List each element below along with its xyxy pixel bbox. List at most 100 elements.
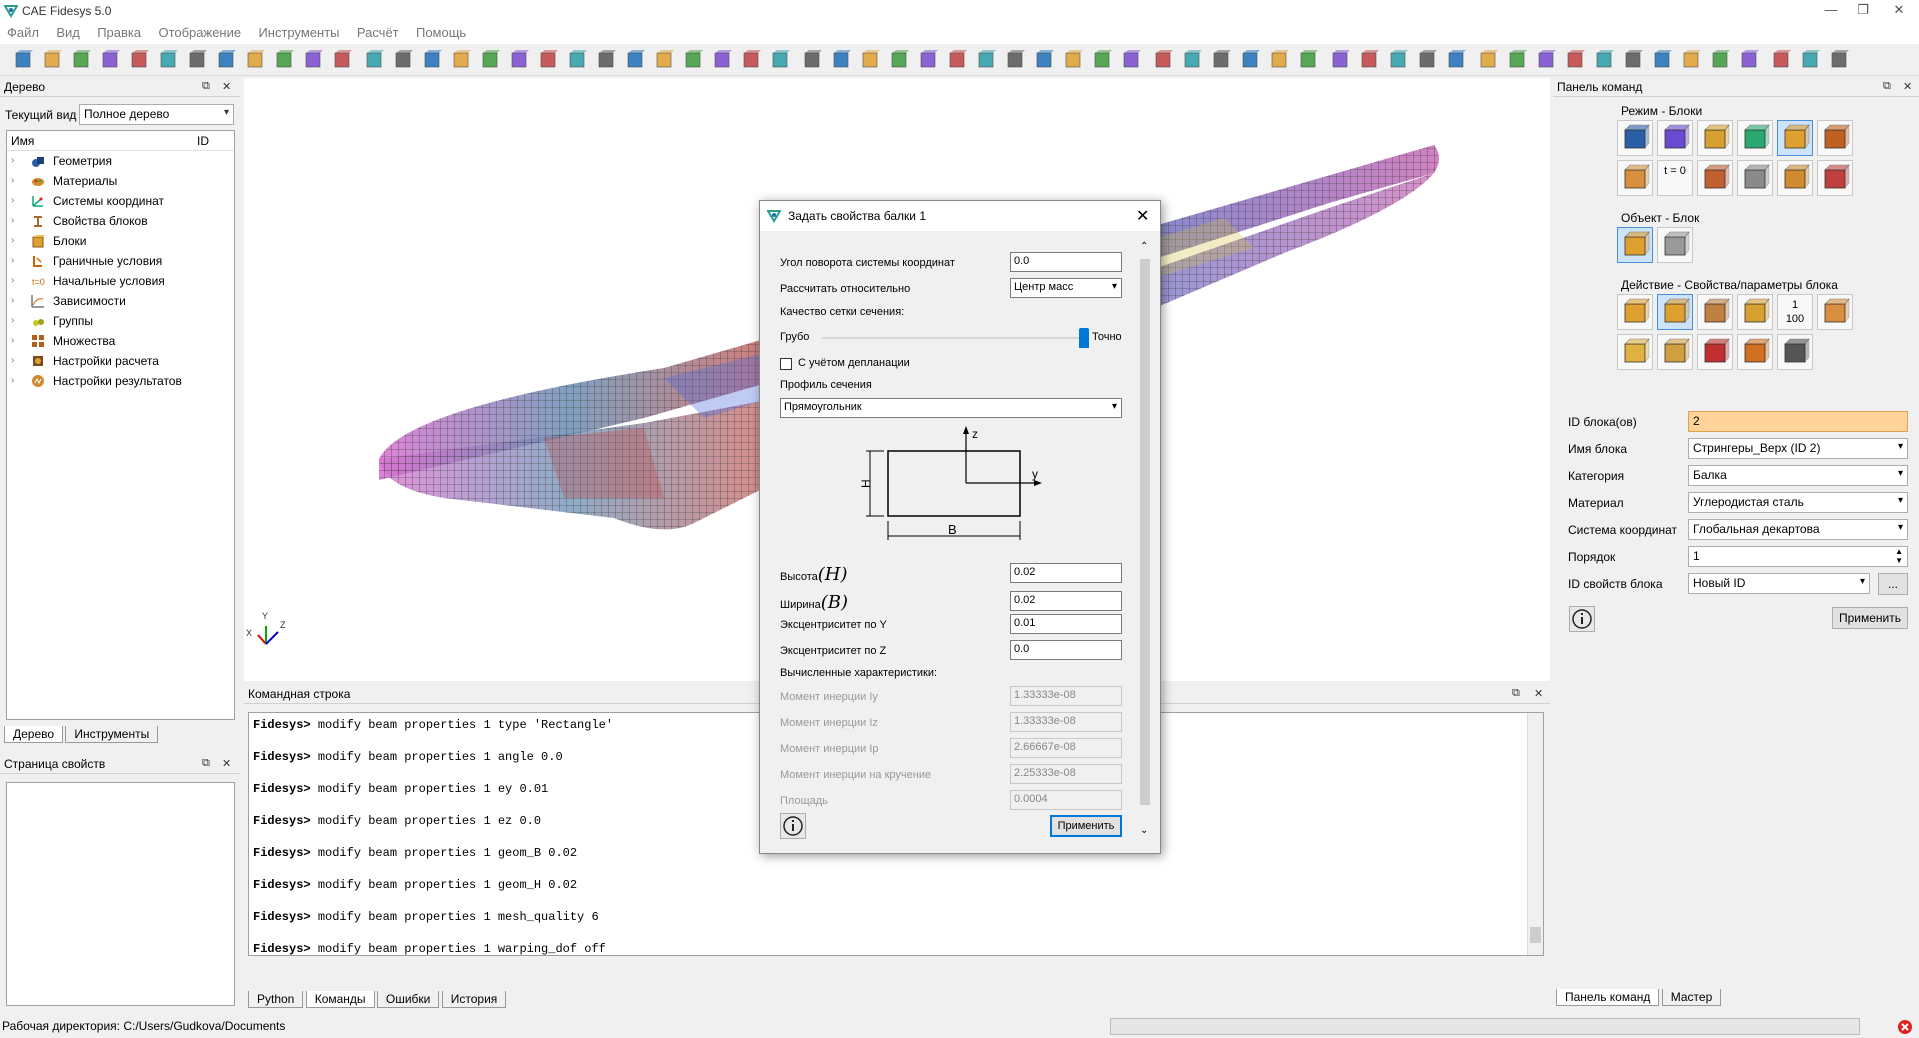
- action-cylinder-icon[interactable]: [1657, 334, 1693, 370]
- tree-item[interactable]: › Материалы: [7, 171, 234, 191]
- ecc-y-input[interactable]: 0.01: [1010, 614, 1122, 634]
- chevron-right-icon[interactable]: ›: [11, 211, 14, 231]
- menu-calc[interactable]: Расчёт: [350, 22, 406, 43]
- close-window-button[interactable]: ✕: [1884, 2, 1914, 20]
- tree-item[interactable]: › Системы координат: [7, 191, 234, 211]
- height-input[interactable]: 0.02: [1010, 563, 1122, 583]
- view-top-icon[interactable]: [859, 49, 881, 71]
- ecc-z-input[interactable]: 0.0: [1010, 640, 1122, 660]
- close-icon[interactable]: ✕: [222, 757, 231, 770]
- tab-master[interactable]: Мастер: [1661, 989, 1722, 1006]
- object-block-icon[interactable]: [1617, 227, 1653, 263]
- tab-command-panel[interactable]: Панель команд: [1556, 989, 1660, 1006]
- tree-item[interactable]: › Зависимости: [7, 291, 234, 311]
- view-back-icon[interactable]: [830, 49, 852, 71]
- action-split-icon[interactable]: [1617, 334, 1653, 370]
- journal-icon[interactable]: [215, 49, 237, 71]
- block-icon[interactable]: [1445, 49, 1467, 71]
- ruler-icon[interactable]: [1120, 49, 1142, 71]
- info-button[interactable]: [1569, 606, 1595, 632]
- temperature-icon[interactable]: [1593, 49, 1615, 71]
- mode-material-icon[interactable]: [1697, 120, 1733, 156]
- tab-history[interactable]: История: [441, 991, 507, 1008]
- dialog-scrollbar-thumb[interactable]: [1140, 259, 1150, 805]
- view-left-icon[interactable]: [917, 49, 939, 71]
- dialog-close-button[interactable]: ✕: [1136, 206, 1149, 226]
- chevron-right-icon[interactable]: ›: [11, 311, 14, 331]
- constraint-icon[interactable]: [1506, 49, 1528, 71]
- script-icon[interactable]: [157, 49, 179, 71]
- col-id[interactable]: ID: [197, 134, 209, 148]
- block-id-input[interactable]: 2: [1688, 411, 1908, 432]
- mesh-icon[interactable]: [508, 49, 530, 71]
- pan-icon[interactable]: [740, 49, 762, 71]
- menu-tools[interactable]: Инструменты: [251, 22, 346, 43]
- surface-solid-icon[interactable]: [1210, 49, 1232, 71]
- results-icon[interactable]: [1622, 49, 1644, 71]
- mode-sets-icon[interactable]: [1817, 120, 1853, 156]
- chevron-right-icon[interactable]: ›: [11, 271, 14, 291]
- action-info-icon[interactable]: [1697, 334, 1733, 370]
- zoom-out-icon[interactable]: [711, 49, 733, 71]
- tree-item[interactable]: › t=0 Начальные условия: [7, 271, 234, 291]
- mode-initial-icon[interactable]: t = 0: [1657, 160, 1693, 196]
- more-icon-2[interactable]: [1738, 49, 1760, 71]
- save-icon[interactable]: [70, 49, 92, 71]
- mesh-quality-track[interactable]: [822, 337, 1084, 339]
- coords-icon[interactable]: [1828, 49, 1850, 71]
- mode-cs-icon[interactable]: [1737, 120, 1773, 156]
- scrollbar[interactable]: [1527, 713, 1543, 955]
- scroll-down-icon[interactable]: ⌄: [1140, 825, 1148, 836]
- mode-calc-icon[interactable]: [1737, 160, 1773, 196]
- pressure-icon[interactable]: [1564, 49, 1586, 71]
- chevron-right-icon[interactable]: ›: [11, 371, 14, 391]
- restore-button[interactable]: ❐: [1848, 2, 1878, 20]
- action-create-icon[interactable]: [1617, 294, 1653, 330]
- tab-commands[interactable]: Команды: [305, 991, 375, 1008]
- action-modify-icon[interactable]: [1697, 294, 1733, 330]
- action-delete-icon[interactable]: [1737, 334, 1773, 370]
- record-icon[interactable]: [244, 49, 266, 71]
- close-icon[interactable]: ✕: [1903, 80, 1912, 93]
- object-block-settings-icon[interactable]: [1657, 227, 1693, 263]
- menu-help[interactable]: Помощь: [409, 22, 473, 43]
- vertex-icon[interactable]: [1152, 49, 1174, 71]
- apply-button[interactable]: Применить: [1832, 607, 1908, 629]
- float-icon[interactable]: ⧉: [1883, 80, 1891, 93]
- cube-hidden-icon[interactable]: [392, 49, 414, 71]
- current-view-select[interactable]: Полное дерево ▾: [79, 104, 234, 125]
- chevron-right-icon[interactable]: ›: [11, 231, 14, 251]
- category-select[interactable]: Балка ▾: [1688, 465, 1908, 486]
- dialog-apply-button[interactable]: Применить: [1050, 815, 1122, 837]
- close-icon[interactable]: ✕: [222, 80, 231, 93]
- load-icon[interactable]: [1477, 49, 1499, 71]
- tab-python[interactable]: Python: [248, 991, 304, 1008]
- float-icon[interactable]: ⧉: [202, 757, 210, 770]
- resize-icon[interactable]: [1709, 49, 1731, 71]
- tree-item[interactable]: › Настройки результатов: [7, 371, 234, 391]
- view-bottom-icon[interactable]: [888, 49, 910, 71]
- mode-dependency-icon[interactable]: [1697, 160, 1733, 196]
- mesh-quality-slider[interactable]: [1079, 328, 1089, 348]
- warping-checkbox[interactable]: [780, 358, 792, 370]
- mode-view-icon[interactable]: [1817, 160, 1853, 196]
- line-icon[interactable]: [1358, 49, 1380, 71]
- chevron-right-icon[interactable]: ›: [11, 351, 14, 371]
- chevron-right-icon[interactable]: ›: [11, 171, 14, 191]
- chevron-right-icon[interactable]: ›: [11, 251, 14, 271]
- tree-item[interactable]: › Геометрия: [7, 151, 234, 171]
- props-id-select[interactable]: Новый ID ▾: [1688, 573, 1870, 594]
- save-as-icon[interactable]: [99, 49, 121, 71]
- surface-icon[interactable]: [595, 49, 617, 71]
- arc-icon[interactable]: [1268, 49, 1290, 71]
- cs-select[interactable]: Глобальная декартова ▾: [1688, 519, 1908, 540]
- action-props-icon[interactable]: [1657, 294, 1693, 330]
- chevron-right-icon[interactable]: ›: [11, 191, 14, 211]
- tree-item[interactable]: › Множества: [7, 331, 234, 351]
- mode-results-icon[interactable]: [1777, 160, 1813, 196]
- menu-display[interactable]: Отображение: [151, 22, 248, 43]
- chevron-right-icon[interactable]: ›: [11, 331, 14, 351]
- action-list-icon[interactable]: [1777, 334, 1813, 370]
- cube-wire-icon[interactable]: [363, 49, 385, 71]
- chevron-right-icon[interactable]: ›: [11, 291, 14, 311]
